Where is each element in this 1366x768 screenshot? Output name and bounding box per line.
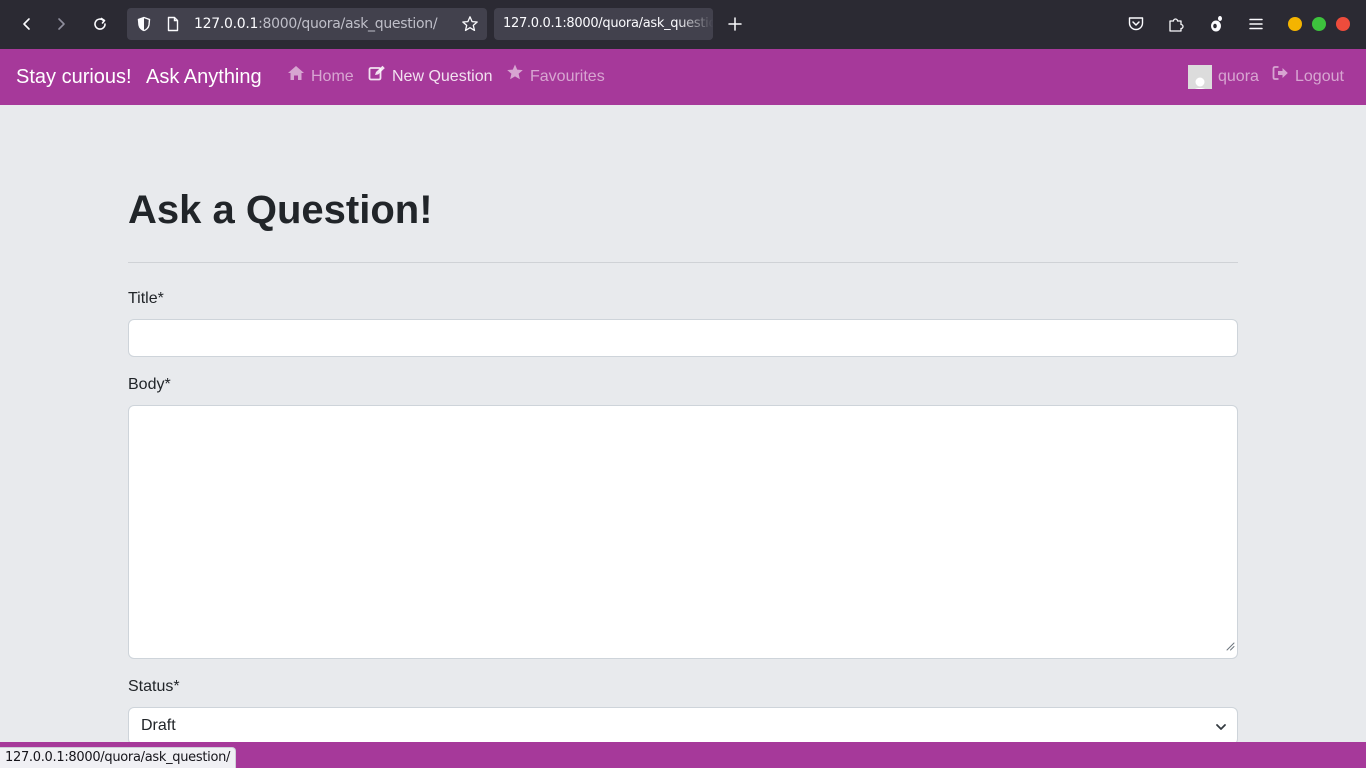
body-textarea[interactable] <box>128 405 1238 659</box>
url-path: :8000/quora/ask_question/ <box>258 16 438 32</box>
brand-secondary-link[interactable]: Ask Anything <box>146 49 262 105</box>
home-icon <box>287 49 305 105</box>
title-input[interactable] <box>128 319 1238 357</box>
logout-icon <box>1272 49 1289 105</box>
close-button[interactable] <box>1336 17 1350 31</box>
chevron-down-icon <box>1215 720 1227 738</box>
shield-icon[interactable] <box>136 16 152 37</box>
status-select[interactable]: Draft <box>128 707 1238 745</box>
new-tab-icon[interactable] <box>723 12 747 36</box>
brand-link[interactable]: Stay curious! <box>16 49 132 105</box>
nav-logout-link[interactable]: Logout <box>1272 49 1344 105</box>
nav-logout-label: Logout <box>1295 68 1344 85</box>
status-label: Status* <box>128 678 180 695</box>
menu-icon[interactable] <box>1244 12 1268 36</box>
body-label: Body* <box>128 376 171 393</box>
nav-new-question-label: New Question <box>392 68 493 85</box>
nav-home-label: Home <box>311 68 354 85</box>
nav-home-link[interactable]: Home <box>287 49 354 105</box>
back-icon[interactable] <box>15 12 39 36</box>
pocket-icon[interactable] <box>1124 12 1148 36</box>
status-select-value: Draft <box>141 717 176 734</box>
extensions-icon[interactable] <box>1164 12 1188 36</box>
avatar <box>1188 65 1212 89</box>
maximize-button[interactable] <box>1312 17 1326 31</box>
nav-user-link[interactable]: quora <box>1188 49 1259 105</box>
resize-handle-icon[interactable] <box>1225 638 1235 656</box>
page-title: Ask a Question! <box>128 188 433 232</box>
browser-toolbar: 127.0.0.1:8000/quora/ask_question/ 127.0… <box>0 0 1366 49</box>
title-label: Title* <box>128 290 164 307</box>
bookmark-star-icon[interactable] <box>461 15 479 38</box>
edit-icon <box>368 49 386 105</box>
tab-fade <box>677 8 713 40</box>
browser-tab[interactable]: 127.0.0.1:8000/quora/ask_question/ <box>494 8 713 40</box>
star-icon <box>506 49 524 105</box>
minimize-button[interactable] <box>1288 17 1302 31</box>
link-status-tooltip: 127.0.0.1:8000/quora/ask_question/ <box>0 747 237 768</box>
nav-favourites-label: Favourites <box>530 68 605 85</box>
gnome-extension-icon[interactable] <box>1204 12 1228 36</box>
url-text: 127.0.0.1:8000/quora/ask_question/ <box>194 16 438 32</box>
url-bar[interactable]: 127.0.0.1:8000/quora/ask_question/ <box>127 8 487 40</box>
app-navbar: Stay curious! Ask Anything Home New Ques… <box>0 49 1366 105</box>
nav-new-question-link[interactable]: New Question <box>368 49 493 105</box>
nav-user-name: quora <box>1218 68 1259 85</box>
page-icon[interactable] <box>165 16 181 37</box>
url-host: 127.0.0.1 <box>194 16 259 32</box>
divider <box>128 262 1238 263</box>
nav-favourites-link[interactable]: Favourites <box>506 49 605 105</box>
reload-icon[interactable] <box>88 12 112 36</box>
forward-icon[interactable] <box>49 12 73 36</box>
